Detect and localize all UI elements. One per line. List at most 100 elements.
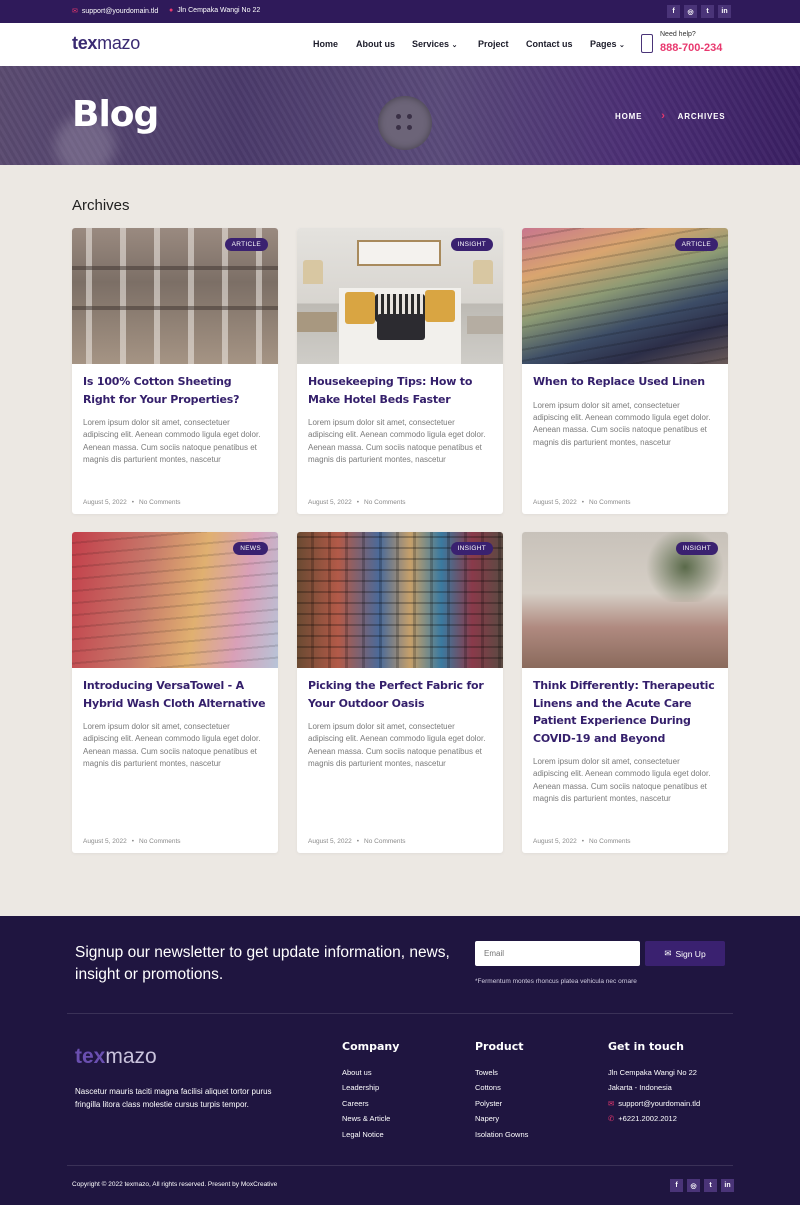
footer-email[interactable]: ✉ support@yourdomain.tld [608, 1096, 700, 1111]
footer-link[interactable]: Leadership [342, 1080, 399, 1095]
blog-card[interactable]: ARTICLE Is 100% Cotton Sheeting Right fo… [72, 228, 278, 514]
site-footer: Signup our newsletter to get update info… [0, 916, 800, 1205]
phone-icon [641, 34, 653, 53]
facebook-icon[interactable]: f [667, 5, 680, 18]
page-hero: Blog HOME › ARCHIVES [0, 66, 800, 165]
post-meta: August 5, 2022 • No Comments [308, 838, 406, 845]
post-excerpt: Lorem ipsum dolor sit amet, consectetuer… [533, 400, 711, 447]
post-comments[interactable]: No Comments [589, 838, 631, 845]
post-thumbnail[interactable]: ARTICLE [72, 228, 278, 364]
instagram-icon[interactable]: ◎ [687, 1179, 700, 1192]
linkedin-icon[interactable]: in [721, 1179, 734, 1192]
post-comments[interactable]: No Comments [589, 499, 631, 506]
footer-link[interactable]: News & Article [342, 1111, 399, 1126]
post-meta: August 5, 2022 • No Comments [83, 499, 181, 506]
copyright: Copyright © 2022 texmazo, All rights res… [72, 1181, 278, 1188]
post-meta: August 5, 2022 • No Comments [533, 838, 631, 845]
post-title[interactable]: Introducing VersaTowel - A Hybrid Wash C… [83, 677, 267, 712]
post-category-badge[interactable]: INSIGHT [675, 542, 718, 555]
post-title[interactable]: When to Replace Used Linen [533, 373, 717, 391]
breadcrumb-current: ARCHIVES [677, 111, 726, 121]
footer-phone[interactable]: ✆ +6221.2002.2012 [608, 1111, 700, 1126]
email-icon: ✉ [72, 8, 78, 15]
post-category-badge[interactable]: INSIGHT [450, 238, 493, 251]
footer-divider [67, 1165, 733, 1166]
post-category-badge[interactable]: INSIGHT [450, 542, 493, 555]
phone-icon: ✆ [608, 1114, 615, 1124]
twitter-icon[interactable]: t [701, 5, 714, 18]
hero-button-image [378, 96, 432, 150]
footer-link[interactable]: Legal Notice [342, 1127, 399, 1142]
signup-button[interactable]: ✉ Sign Up [645, 941, 725, 966]
post-date: August 5, 2022 [83, 838, 127, 845]
post-comments[interactable]: No Comments [364, 838, 406, 845]
footer-link[interactable]: Napery [475, 1111, 528, 1126]
footer-address-line: Jln Cempaka Wangi No 22 [608, 1068, 697, 1077]
newsletter-email-input[interactable] [475, 941, 640, 966]
footer-link[interactable]: Towels [475, 1065, 528, 1080]
email-icon: ✉ [608, 1098, 615, 1108]
footer-contact-column: Get in touch Jln Cempaka Wangi No 22 Jak… [608, 1040, 700, 1127]
post-date: August 5, 2022 [308, 499, 352, 506]
post-meta: August 5, 2022 • No Comments [308, 499, 406, 506]
footer-link[interactable]: Careers [342, 1096, 399, 1111]
main-header: texmazo Home About us Services ⌄ Project… [0, 23, 800, 66]
footer-link[interactable]: Cottons [475, 1080, 528, 1095]
footer-logo[interactable]: texmazo [75, 1045, 157, 1069]
footer-company-title: Company [342, 1040, 400, 1053]
post-category-badge[interactable]: ARTICLE [674, 238, 718, 251]
chevron-down-icon: ⌄ [619, 42, 625, 49]
post-excerpt: Lorem ipsum dolor sit amet, consectetuer… [533, 757, 711, 804]
footer-socials: f ◎ t in [670, 1179, 734, 1192]
nav-home[interactable]: Home [313, 39, 338, 49]
blog-card[interactable]: ARTICLE When to Replace Used Linen Lorem… [522, 228, 728, 514]
post-category-badge[interactable]: NEWS [233, 542, 268, 555]
nav-services[interactable]: Services ⌄ [412, 39, 457, 49]
nav-contact[interactable]: Contact us [526, 39, 573, 49]
post-thumbnail[interactable]: INSIGHT [297, 532, 503, 668]
nav-project[interactable]: Project [478, 39, 509, 49]
footer-description: Nascetur mauris taciti magna facilisi al… [75, 1087, 272, 1109]
logo-part-a: tex [72, 33, 98, 53]
post-title[interactable]: Is 100% Cotton Sheeting Right for Your P… [83, 373, 267, 408]
footer-link[interactable]: Isolation Gowns [475, 1127, 528, 1142]
header-phone[interactable]: 888-700-234 [660, 42, 722, 54]
blog-card[interactable]: INSIGHT Think Differently: Therapeutic L… [522, 532, 728, 853]
post-comments[interactable]: No Comments [364, 499, 406, 506]
blog-card[interactable]: INSIGHT Housekeeping Tips: How to Make H… [297, 228, 503, 514]
nav-about[interactable]: About us [356, 39, 395, 49]
footer-link[interactable]: Polyster [475, 1096, 528, 1111]
breadcrumb-home[interactable]: HOME [615, 112, 642, 121]
footer-logo-part-b: mazo [105, 1045, 157, 1068]
facebook-icon[interactable]: f [670, 1179, 683, 1192]
post-title[interactable]: Think Differently: Therapeutic Linens an… [533, 677, 717, 747]
linkedin-icon[interactable]: in [718, 5, 731, 18]
post-thumbnail[interactable]: INSIGHT [297, 228, 503, 364]
footer-phone-text: +6221.2002.2012 [618, 1114, 677, 1124]
post-thumbnail[interactable]: ARTICLE [522, 228, 728, 364]
blog-card[interactable]: NEWS Introducing VersaTowel - A Hybrid W… [72, 532, 278, 853]
topbar-email[interactable]: ✉ support@yourdomain.tld [72, 7, 158, 16]
post-date: August 5, 2022 [308, 838, 352, 845]
instagram-icon[interactable]: ◎ [684, 5, 697, 18]
post-excerpt: Lorem ipsum dolor sit amet, consectetuer… [308, 722, 486, 769]
blog-card[interactable]: INSIGHT Picking the Perfect Fabric for Y… [297, 532, 503, 853]
nav-pages[interactable]: Pages ⌄ [590, 39, 625, 49]
post-date: August 5, 2022 [533, 499, 577, 506]
footer-logo-part-a: tex [75, 1045, 106, 1068]
post-meta: August 5, 2022 • No Comments [83, 838, 181, 845]
chevron-right-icon: › [661, 110, 666, 122]
post-thumbnail[interactable]: NEWS [72, 532, 278, 668]
bed-artwork [357, 240, 441, 266]
post-title[interactable]: Housekeeping Tips: How to Make Hotel Bed… [308, 373, 492, 408]
footer-link[interactable]: About us [342, 1065, 399, 1080]
post-category-badge[interactable]: ARTICLE [224, 238, 268, 251]
post-comments[interactable]: No Comments [139, 499, 181, 506]
post-title[interactable]: Picking the Perfect Fabric for Your Outd… [308, 677, 492, 712]
newsletter-text: Signup our newsletter to get update info… [75, 944, 450, 983]
post-thumbnail[interactable]: INSIGHT [522, 532, 728, 668]
twitter-icon[interactable]: t [704, 1179, 717, 1192]
post-comments[interactable]: No Comments [139, 838, 181, 845]
footer-contact-title: Get in touch [608, 1040, 685, 1053]
logo[interactable]: texmazo [72, 33, 140, 54]
